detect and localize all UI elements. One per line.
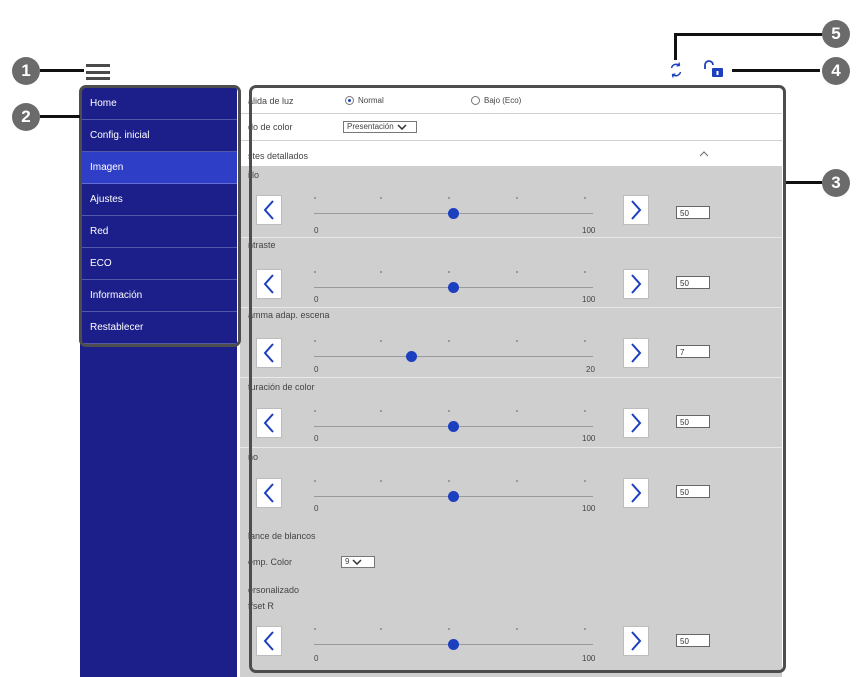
callout-3: 3 [822, 169, 850, 197]
callout-line-5a [674, 34, 677, 60]
callout-line-5b [674, 33, 822, 36]
menu-icon[interactable] [86, 64, 110, 80]
highlight-frame-nav [79, 85, 241, 347]
highlight-frame-content [249, 85, 786, 673]
unlock-icon[interactable] [703, 60, 725, 78]
callout-4: 4 [822, 57, 850, 85]
callout-line-4 [732, 69, 820, 72]
callout-line-2 [40, 115, 80, 118]
callout-1: 1 [12, 57, 40, 85]
callout-2: 2 [12, 103, 40, 131]
callout-line-3 [786, 181, 822, 184]
refresh-icon[interactable] [669, 62, 683, 78]
callout-5: 5 [822, 20, 850, 48]
callout-line-1 [40, 69, 84, 72]
